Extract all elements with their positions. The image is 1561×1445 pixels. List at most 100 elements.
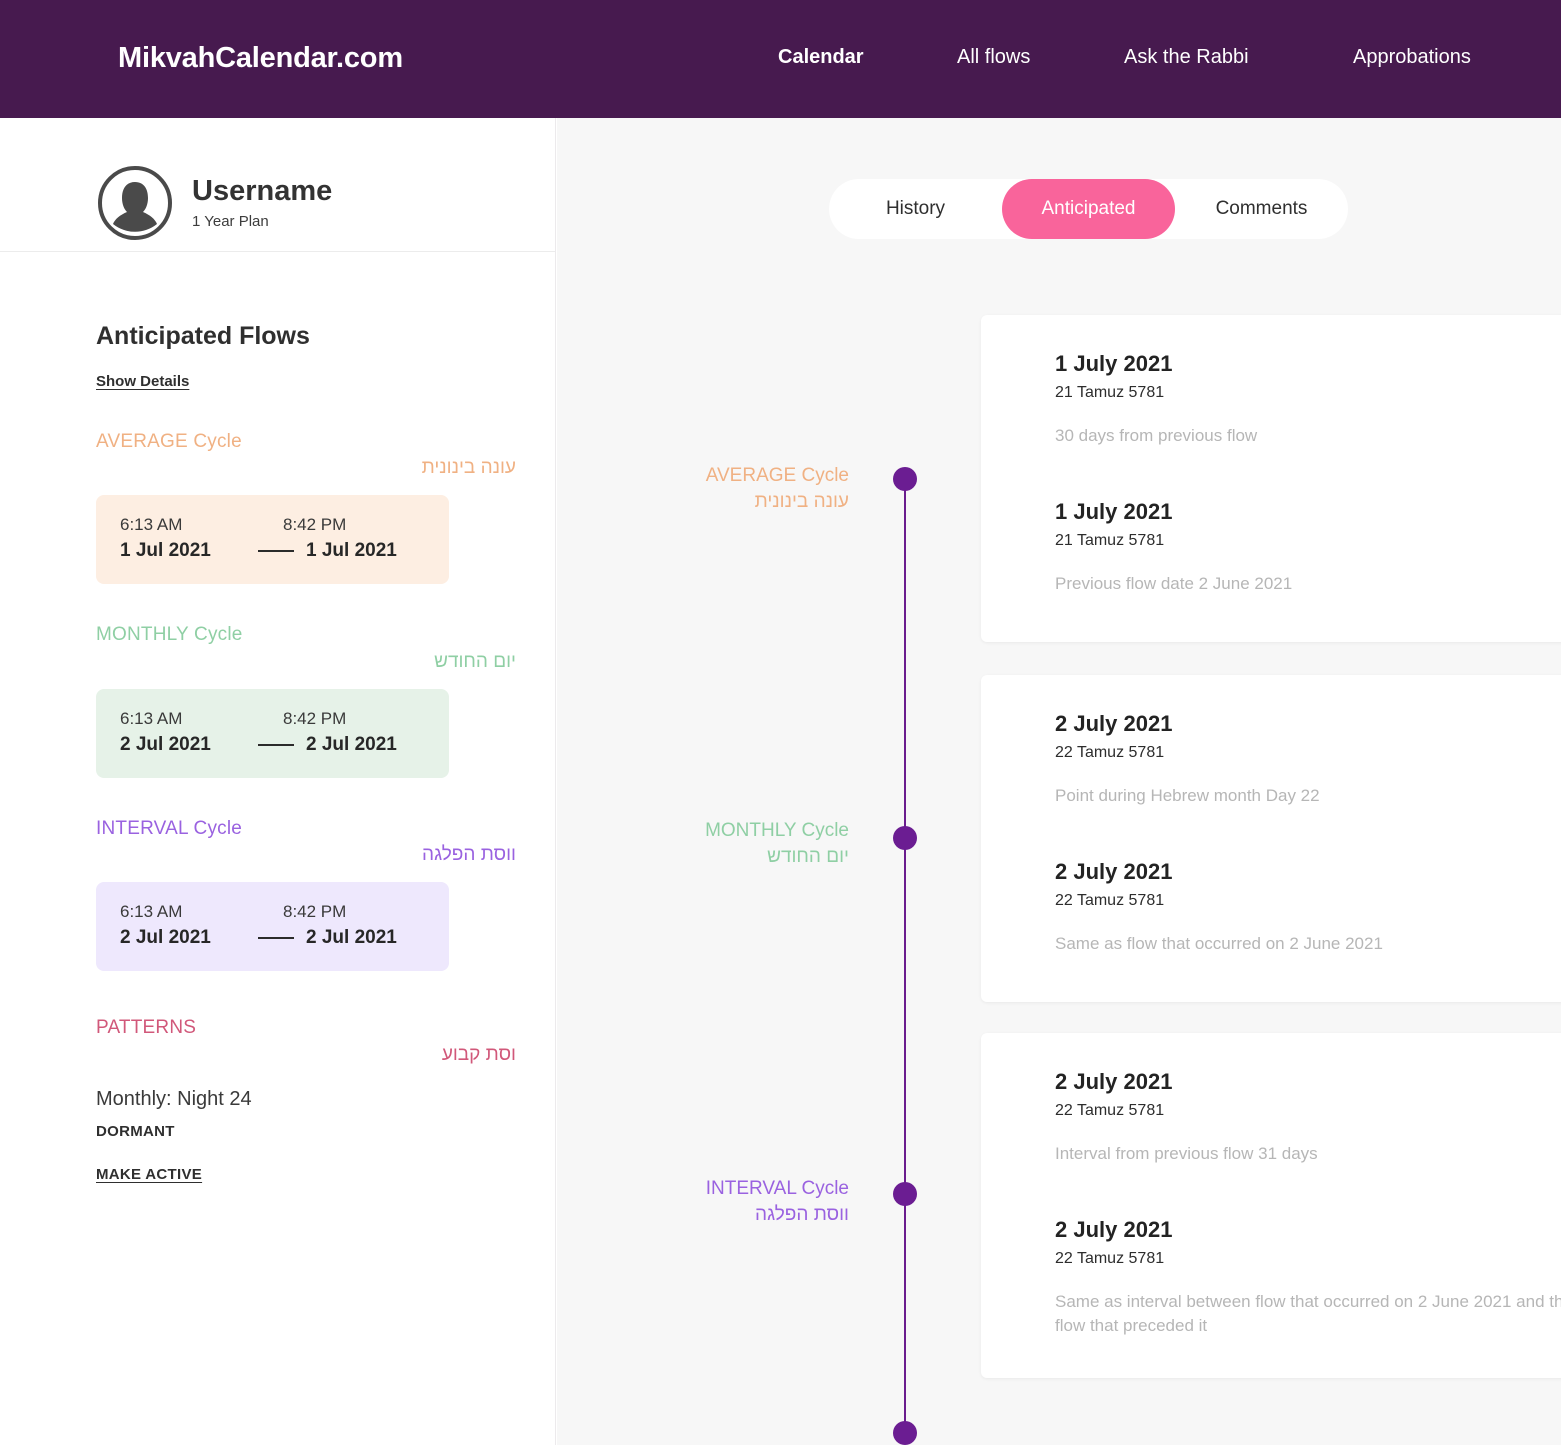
user-avatar-icon [96,164,174,242]
entry-date: 1 July 2021 [1055,499,1561,525]
cycle-dates-average: 1 Jul 2021 1 Jul 2021 [120,540,425,562]
timeline-dot-monthly [893,826,917,850]
show-details-link[interactable]: Show Details [96,373,189,390]
patterns-heading: PATTERNS וסת קבוע [96,1015,516,1067]
flow-entry: 1 July 2021 21 Tamuz 5781 30 days from p… [1055,351,1561,449]
range-dash-icon [258,937,294,939]
entry-date: 2 July 2021 [1055,711,1561,737]
tab-comments[interactable]: Comments [1175,179,1348,239]
entry-note: Same as interval between flow that occur… [1055,1290,1561,1339]
cycle-start-date-monthly: 2 Jul 2021 [120,734,246,756]
cycle-start-date-average: 1 Jul 2021 [120,540,246,562]
entry-hebrew-date: 21 Tamuz 5781 [1055,532,1561,550]
cycle-dates-interval: 2 Jul 2021 2 Jul 2021 [120,927,425,949]
timeline-label-en-average: AVERAGE Cycle [706,465,849,486]
sidebar: Username 1 Year Plan Anticipated Flows S… [0,118,556,1445]
entry-hebrew-date: 21 Tamuz 5781 [1055,384,1561,402]
cycle-label-en-interval: INTERVAL Cycle [96,818,242,839]
flow-card-average[interactable]: 1 July 2021 21 Tamuz 5781 30 days from p… [981,315,1561,642]
timeline-label-he-monthly: יום החודש [549,844,849,870]
cycle-times-monthly: 6:13 AM 8:42 PM [120,709,425,729]
cycle-start-time-average: 6:13 AM [120,515,283,535]
nav-item-all-flows[interactable]: All flows [957,46,1030,69]
entry-note: Previous flow date 2 June 2021 [1055,572,1561,597]
cycle-start-time-interval: 6:13 AM [120,902,283,922]
cycle-heading-monthly: MONTHLY Cycle יום החודש [96,622,516,674]
flow-entry: 2 July 2021 22 Tamuz 5781 Same as interv… [1055,1217,1561,1339]
top-header-bar: MikvahCalendar.com Calendar All flows As… [0,0,1561,118]
cycle-block-monthly: MONTHLY Cycle יום החודש 6:13 AM 8:42 PM … [96,622,516,777]
main-content: History Anticipated Comments AVERAGE Cyc… [557,118,1561,1445]
timeline-label-average: AVERAGE Cycle עונה בינונית [549,463,849,515]
profile-text: Username 1 Year Plan [192,176,332,229]
cycle-times-interval: 6:13 AM 8:42 PM [120,902,425,922]
cycle-dates-monthly: 2 Jul 2021 2 Jul 2021 [120,734,425,756]
cycle-end-time-average: 8:42 PM [283,515,346,535]
entry-hebrew-date: 22 Tamuz 5781 [1055,1250,1561,1268]
timeline-label-en-interval: INTERVAL Cycle [706,1178,849,1199]
page-title: Anticipated Flows [96,322,516,351]
timeline-dot-end [893,1421,917,1445]
pattern-description: Monthly: Night 24 [96,1088,516,1111]
patterns-label-en: PATTERNS [96,1017,196,1038]
cycle-end-date-average: 1 Jul 2021 [306,540,397,562]
tab-history[interactable]: History [829,179,1002,239]
entry-note: Interval from previous flow 31 days [1055,1142,1561,1167]
timeline-label-he-average: עונה בינונית [549,489,849,515]
timeline-label-interval: INTERVAL Cycle ווסת הפלגה [549,1176,849,1228]
site-logo[interactable]: MikvahCalendar.com [118,42,403,75]
entry-hebrew-date: 22 Tamuz 5781 [1055,744,1561,762]
entry-note: Same as flow that occurred on 2 June 202… [1055,932,1561,957]
cycle-block-average: AVERAGE Cycle עונה בינונית 6:13 AM 8:42 … [96,429,516,584]
flow-entry: 2 July 2021 22 Tamuz 5781 Point during H… [1055,711,1561,809]
entry-note: 30 days from previous flow [1055,424,1561,449]
cycle-label-en-average: AVERAGE Cycle [96,431,242,452]
entry-date: 2 July 2021 [1055,859,1561,885]
cycle-window-monthly[interactable]: 6:13 AM 8:42 PM 2 Jul 2021 2 Jul 2021 [96,689,449,778]
flow-entry: 2 July 2021 22 Tamuz 5781 Interval from … [1055,1069,1561,1167]
cycle-heading-interval: INTERVAL Cycle ווסת הפלגה [96,816,516,868]
flow-entry: 2 July 2021 22 Tamuz 5781 Same as flow t… [1055,859,1561,957]
cycle-window-interval[interactable]: 6:13 AM 8:42 PM 2 Jul 2021 2 Jul 2021 [96,882,449,971]
user-profile[interactable]: Username 1 Year Plan [96,164,332,242]
range-dash-icon [258,550,294,552]
nav-item-approbations[interactable]: Approbations [1353,46,1471,69]
entry-date: 2 July 2021 [1055,1217,1561,1243]
entry-hebrew-date: 22 Tamuz 5781 [1055,892,1561,910]
flow-card-interval[interactable]: 2 July 2021 22 Tamuz 5781 Interval from … [981,1033,1561,1378]
entry-hebrew-date: 22 Tamuz 5781 [1055,1102,1561,1120]
timeline-label-he-interval: ווסת הפלגה [549,1202,849,1228]
cycle-times-average: 6:13 AM 8:42 PM [120,515,425,535]
timeline-label-en-monthly: MONTHLY Cycle [705,820,849,841]
cycle-label-en-monthly: MONTHLY Cycle [96,624,243,645]
timeline-line [904,479,906,1434]
nav-item-calendar[interactable]: Calendar [778,46,864,69]
patterns-label-he: וסת קבוע [96,1042,516,1068]
plan-label: 1 Year Plan [192,213,332,230]
cycle-label-he-monthly: יום החודש [96,649,516,675]
username-label: Username [192,176,332,206]
cycle-end-date-interval: 2 Jul 2021 [306,927,397,949]
cycle-label-he-average: עונה בינונית [96,455,516,481]
timeline-dot-interval [893,1182,917,1206]
tab-anticipated[interactable]: Anticipated [1002,179,1175,239]
timeline-label-monthly: MONTHLY Cycle יום החודש [549,818,849,870]
timeline-dot-average [893,467,917,491]
anticipated-flows-panel: Anticipated Flows Show Details AVERAGE C… [96,322,516,1184]
pattern-status-badge: DORMANT [96,1123,516,1140]
range-dash-icon [258,744,294,746]
flow-entry: 1 July 2021 21 Tamuz 5781 Previous flow … [1055,499,1561,597]
patterns-block: PATTERNS וסת קבוע Monthly: Night 24 DORM… [96,1015,516,1183]
cycle-end-date-monthly: 2 Jul 2021 [306,734,397,756]
flow-card-monthly[interactable]: 2 July 2021 22 Tamuz 5781 Point during H… [981,675,1561,1002]
cycle-start-time-monthly: 6:13 AM [120,709,283,729]
make-active-link[interactable]: MAKE ACTIVE [96,1166,202,1183]
cycle-label-he-interval: ווסת הפלגה [96,842,516,868]
cycle-window-average[interactable]: 6:13 AM 8:42 PM 1 Jul 2021 1 Jul 2021 [96,495,449,584]
cycle-end-time-monthly: 8:42 PM [283,709,346,729]
cycle-heading-average: AVERAGE Cycle עונה בינונית [96,429,516,481]
sidebar-divider [0,251,555,252]
entry-note: Point during Hebrew month Day 22 [1055,784,1561,809]
nav-item-ask-the-rabbi[interactable]: Ask the Rabbi [1124,46,1249,69]
view-tabs: History Anticipated Comments [829,179,1348,239]
